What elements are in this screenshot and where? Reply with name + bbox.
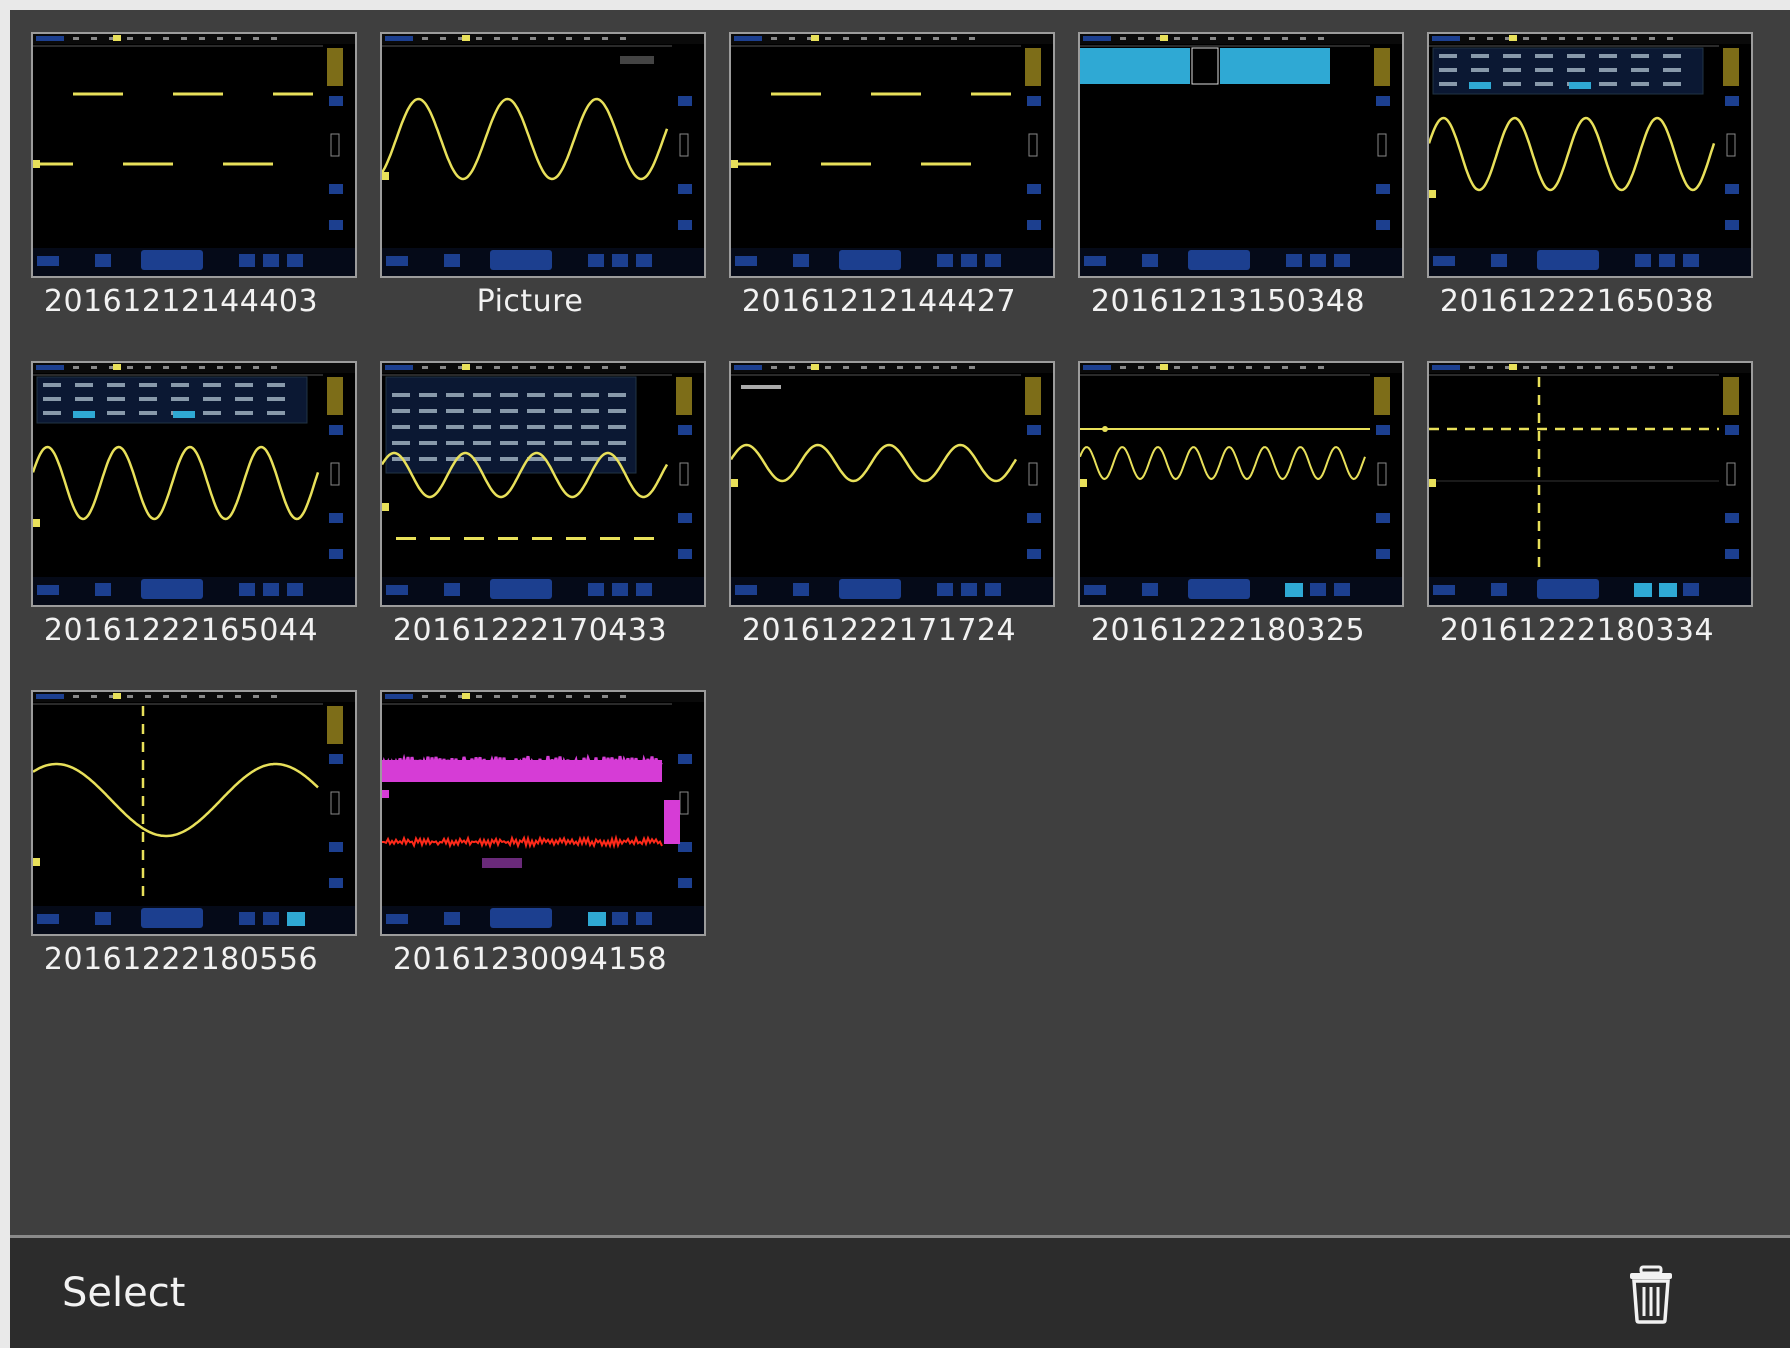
thumbnail-image[interactable] bbox=[380, 32, 706, 278]
gallery-item[interactable]: 20161212144427 bbox=[729, 32, 1055, 322]
thumbnail-image[interactable] bbox=[380, 361, 706, 607]
thumbnail-image[interactable] bbox=[1078, 361, 1404, 607]
gallery-item[interactable]: 20161222180556 bbox=[31, 690, 357, 980]
thumbnail-image[interactable] bbox=[1427, 361, 1753, 607]
thumbnail-image[interactable] bbox=[1078, 32, 1404, 278]
thumbnail-label: Picture bbox=[380, 284, 680, 320]
trash-icon[interactable] bbox=[1625, 1264, 1677, 1324]
thumbnail-image[interactable] bbox=[31, 690, 357, 936]
thumbnail-image[interactable] bbox=[380, 690, 706, 936]
gallery-item[interactable]: 20161222171724 bbox=[729, 361, 1055, 651]
gallery-item[interactable]: 20161212144403 bbox=[31, 32, 357, 322]
thumbnail-grid: 20161212144403 Picture 20161212144427 20161… bbox=[10, 10, 1790, 1235]
gallery-item[interactable]: 20161213150348 bbox=[1078, 32, 1404, 322]
thumbnail-label: 20161213150348 bbox=[1078, 284, 1378, 320]
thumbnail-image[interactable] bbox=[31, 32, 357, 278]
gallery-item[interactable]: 20161222165044 bbox=[31, 361, 357, 651]
thumbnail-label: 20161230094158 bbox=[380, 942, 680, 978]
gallery-item[interactable]: 20161222180334 bbox=[1427, 361, 1753, 651]
thumbnail-label: 20161222171724 bbox=[729, 613, 1029, 649]
gallery-window: 20161212144403 Picture 20161212144427 20161… bbox=[10, 10, 1790, 1348]
thumbnail-image[interactable] bbox=[729, 361, 1055, 607]
thumbnail-label: 20161222180325 bbox=[1078, 613, 1378, 649]
thumbnail-label: 20161222165038 bbox=[1427, 284, 1727, 320]
thumbnail-label: 20161212144427 bbox=[729, 284, 1029, 320]
thumbnail-image[interactable] bbox=[1427, 32, 1753, 278]
thumbnail-label: 20161212144403 bbox=[31, 284, 331, 320]
thumbnail-image[interactable] bbox=[729, 32, 1055, 278]
thumbnail-image[interactable] bbox=[31, 361, 357, 607]
thumbnail-label: 20161222180556 bbox=[31, 942, 331, 978]
gallery-item[interactable]: 20161230094158 bbox=[380, 690, 706, 980]
bottom-toolbar: Select bbox=[10, 1235, 1790, 1348]
gallery-item[interactable]: 20161222165038 bbox=[1427, 32, 1753, 322]
thumbnail-label: 20161222170433 bbox=[380, 613, 680, 649]
select-button[interactable]: Select bbox=[62, 1270, 185, 1316]
gallery-item[interactable]: 20161222180325 bbox=[1078, 361, 1404, 651]
thumbnail-label: 20161222180334 bbox=[1427, 613, 1727, 649]
thumbnail-label: 20161222165044 bbox=[31, 613, 331, 649]
gallery-item[interactable]: Picture bbox=[380, 32, 706, 322]
gallery-item[interactable]: 20161222170433 bbox=[380, 361, 706, 651]
